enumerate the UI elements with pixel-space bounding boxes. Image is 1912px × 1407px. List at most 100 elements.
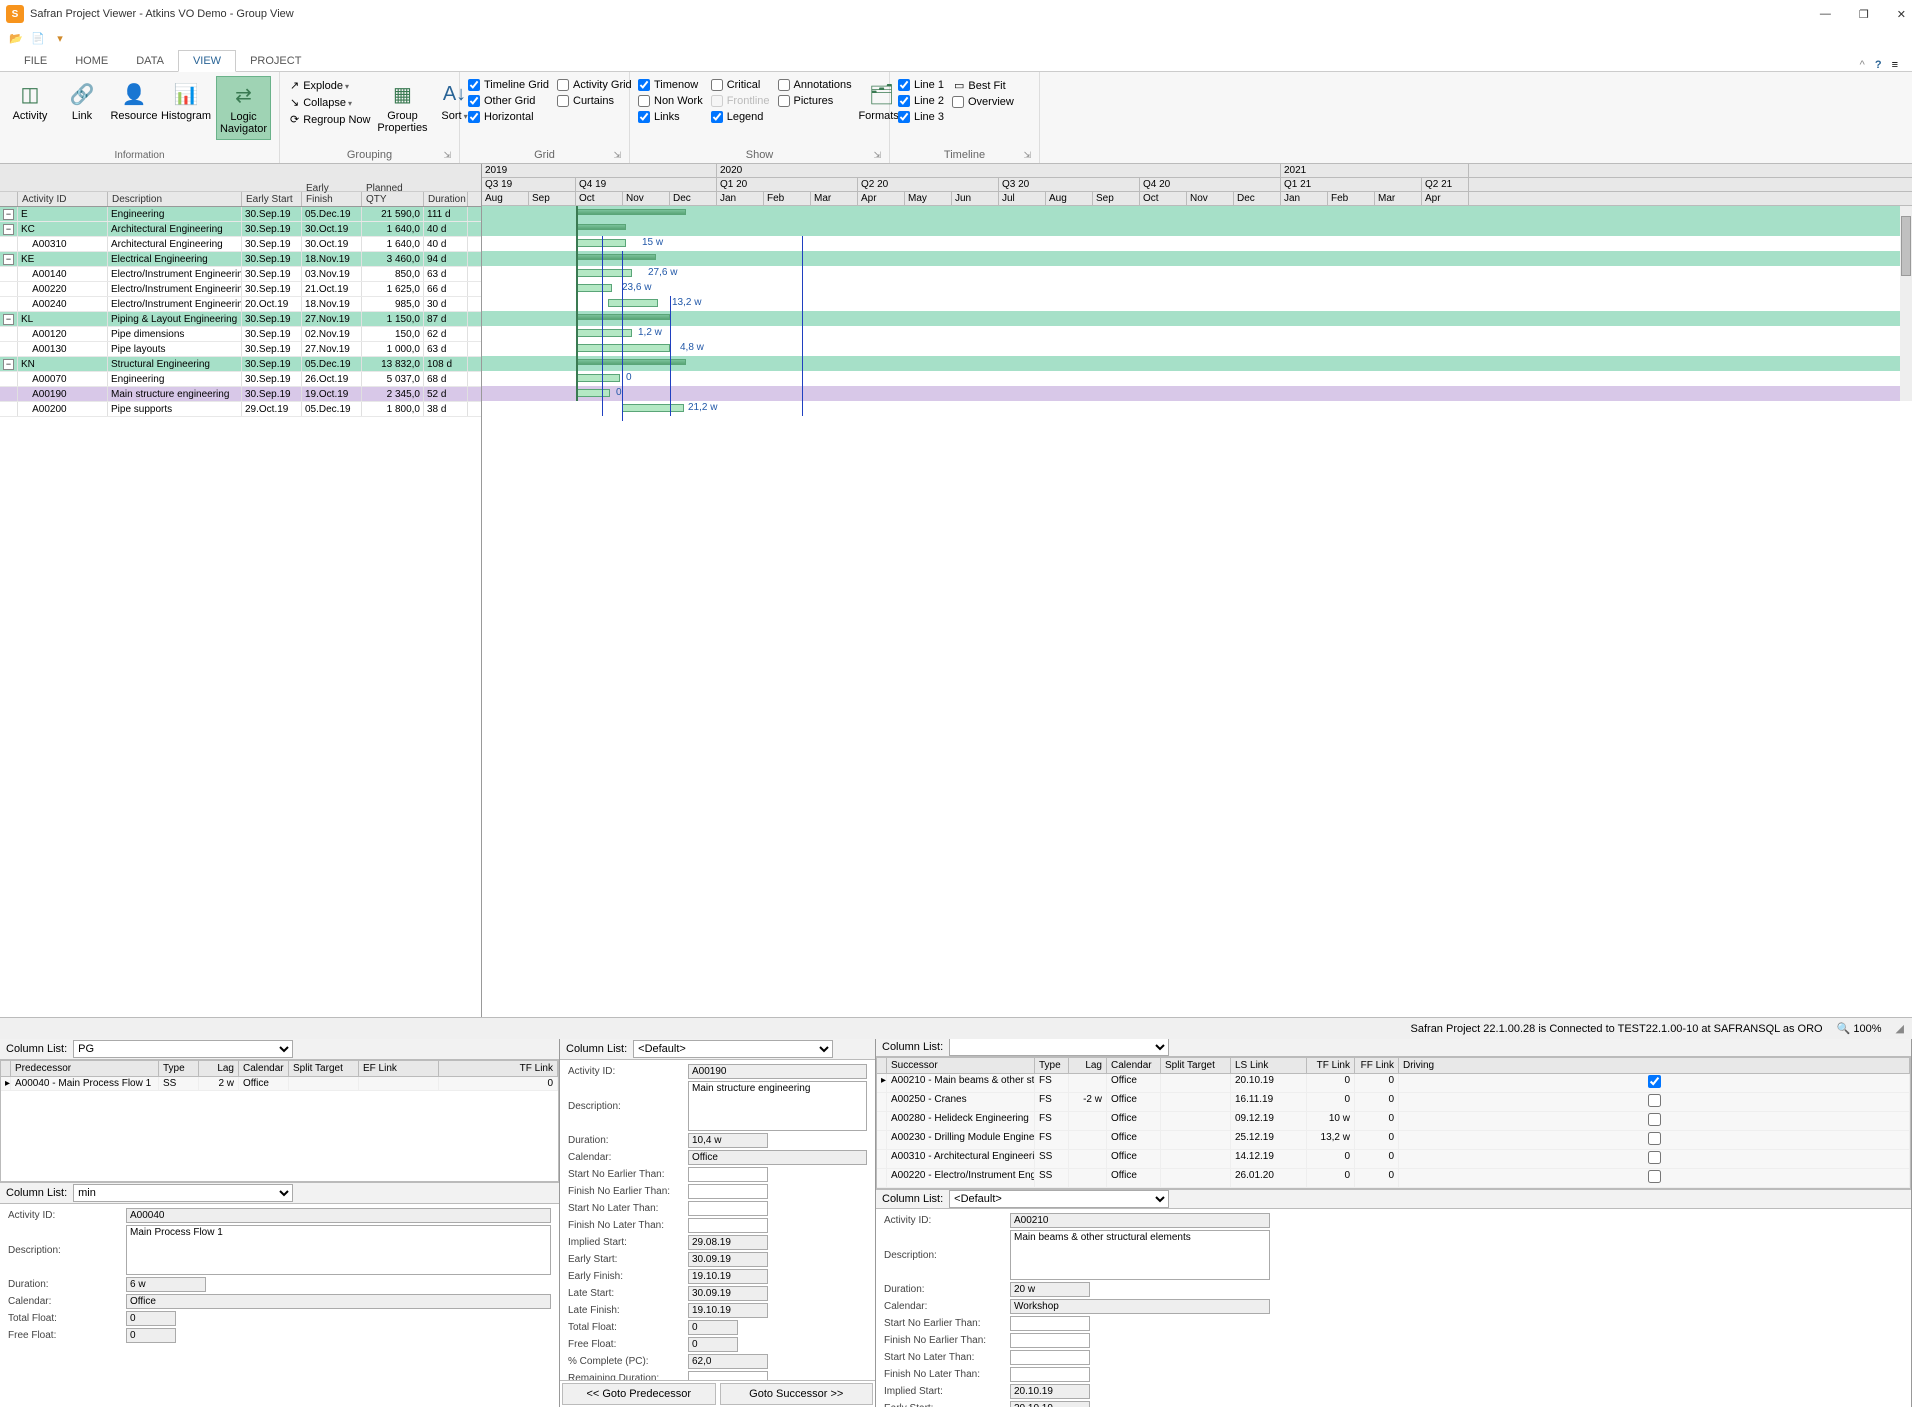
activity-body[interactable]: − E Engineering 30.Sep.19 05.Dec.19 21 5… [0,207,481,417]
tab-view[interactable]: VIEW [178,50,236,72]
pred-duration[interactable] [126,1277,206,1292]
succ-duration[interactable] [1010,1282,1090,1297]
predecessor-grid[interactable]: Predecessor Type Lag Calendar Split Targ… [0,1060,559,1182]
mid-calendar[interactable] [688,1150,867,1165]
mid-free-float[interactable] [688,1337,738,1352]
successor-row[interactable]: A00280 - Helideck Engineering FS Office … [877,1112,1910,1131]
mid-fnet[interactable] [688,1184,768,1199]
mid-total-float[interactable] [688,1320,738,1335]
activity-button[interactable]: ◫Activity [8,76,52,126]
pred-calendar[interactable] [126,1294,551,1309]
succ-implied-start[interactable] [1010,1384,1090,1399]
succ-snlt[interactable] [1010,1350,1090,1365]
chk-annotations[interactable]: Annotations [778,78,852,92]
driving-checkbox[interactable] [1648,1170,1661,1183]
goto-predecessor-button[interactable]: << Goto Predecessor [562,1383,716,1405]
gantt-bar[interactable] [576,269,632,277]
predecessor-row[interactable]: ▸ A00040 - Main Process Flow 1 SS 2 w Of… [1,1077,558,1091]
activity-row[interactable]: A00190 Main structure engineering 30.Sep… [0,387,481,402]
close-button[interactable]: ✕ [1897,8,1906,21]
gantt-row[interactable] [482,266,1900,281]
gantt-row[interactable] [482,236,1900,251]
gantt-row[interactable] [482,311,1900,326]
activity-row[interactable]: A00220 Electro/Instrument Engineering 30… [0,282,481,297]
resize-grip-icon[interactable]: ◢ [1896,1022,1904,1035]
successor-row[interactable]: A00250 - Cranes FS -2 w Office 16.11.19 … [877,1093,1910,1112]
pred-free-float[interactable] [126,1328,176,1343]
pred-total-float[interactable] [126,1311,176,1326]
gantt-bar[interactable] [576,209,686,215]
mid-early-finish[interactable] [688,1269,768,1284]
pred-description[interactable]: Main Process Flow 1 [126,1225,551,1275]
activity-row[interactable]: − KN Structural Engineering 30.Sep.19 05… [0,357,481,372]
chk-timenow[interactable]: Timenow [638,78,703,92]
chk-timeline-grid[interactable]: Timeline Grid [468,78,549,92]
mid-early-start[interactable] [688,1252,768,1267]
chk-activity-grid[interactable]: Activity Grid [557,78,632,92]
gantt-bar[interactable] [576,389,610,397]
activity-row[interactable]: − E Engineering 30.Sep.19 05.Dec.19 21 5… [0,207,481,222]
gantt-bar[interactable] [576,239,626,247]
driving-checkbox[interactable] [1648,1132,1661,1145]
tab-data[interactable]: DATA [122,51,178,71]
gantt-row[interactable] [482,326,1900,341]
activity-row[interactable]: A00240 Electro/Instrument Engineering 20… [0,297,481,312]
mid-fnlt[interactable] [688,1218,768,1233]
dropdown-icon[interactable]: ▾ [52,30,68,46]
succ-description[interactable]: Main beams & other structural elements [1010,1230,1270,1280]
chk-legend[interactable]: Legend [711,110,770,124]
gantt-bar[interactable] [576,329,632,337]
gantt-row[interactable] [482,281,1900,296]
mid-column-list-select[interactable]: <Default> [633,1040,833,1058]
successor-row[interactable]: A00220 - Electro/Instrument Engineering … [877,1169,1910,1188]
driving-checkbox[interactable] [1648,1075,1661,1088]
menu-icon[interactable]: ≡ [1892,59,1898,71]
chk-frontline[interactable]: Frontline [711,94,770,108]
gantt-row[interactable] [482,386,1900,401]
succ-form-column-list-select[interactable]: <Default> [949,1190,1169,1208]
activity-row[interactable]: − KC Architectural Engineering 30.Sep.19… [0,222,481,237]
chk-line3[interactable]: Line 3 [898,110,944,124]
mid-description[interactable]: Main structure engineering [688,1081,867,1131]
pred-form-column-list-select[interactable]: min [73,1184,293,1202]
help-icon[interactable]: ? [1875,59,1882,71]
col-activity-id[interactable]: Activity ID [18,192,108,206]
gantt-bar[interactable] [576,374,620,382]
gantt-body[interactable]: 15 w27,6 w23,6 w13,2 w1,2 w4,8 w0021,2 w [482,206,1912,401]
successor-row[interactable]: A00230 - Drilling Module Engineering FS … [877,1131,1910,1150]
file-icon[interactable]: 📄 [30,30,46,46]
goto-successor-button[interactable]: Goto Successor >> [720,1383,874,1405]
activity-row[interactable]: A00140 Electro/Instrument Engineering 30… [0,267,481,282]
folder-open-icon[interactable]: 📂 [8,30,24,46]
col-duration[interactable]: Duration [424,192,468,206]
gantt-bar[interactable] [608,299,658,307]
chk-curtains[interactable]: Curtains [557,94,632,108]
activity-row[interactable]: − KL Piping & Layout Engineering 30.Sep.… [0,312,481,327]
succ-column-list-select[interactable] [949,1038,1169,1056]
succ-calendar[interactable] [1010,1299,1270,1314]
regroup-now-button[interactable]: ⟳ Regroup Now [288,112,372,127]
chk-overview[interactable]: Overview [952,95,1014,109]
col-early-finish[interactable]: Early Finish [302,192,362,206]
gantt-row[interactable] [482,206,1900,221]
col-description[interactable]: Description [108,192,242,206]
maximize-button[interactable]: ❐ [1859,8,1869,21]
succ-activity-id[interactable] [1010,1213,1270,1228]
chk-horizontal[interactable]: Horizontal [468,110,549,124]
zoom-indicator[interactable]: 🔍 100% [1837,1022,1882,1035]
chk-line1[interactable]: Line 1 [898,78,944,92]
resource-button[interactable]: 👤Resource [112,76,156,126]
driving-checkbox[interactable] [1648,1151,1661,1164]
succ-fnet[interactable] [1010,1333,1090,1348]
mid-snlt[interactable] [688,1201,768,1216]
successor-row[interactable]: A00310 - Architectural Engineering SS Of… [877,1150,1910,1169]
chk-line2[interactable]: Line 2 [898,94,944,108]
group-properties-button[interactable]: ▦Group Properties [380,76,424,138]
gantt-pane[interactable]: 201920202021Q3 19Q4 19Q1 20Q2 20Q3 20Q4 … [482,164,1912,1017]
activity-row[interactable]: A00070 Engineering 30.Sep.19 26.Oct.19 5… [0,372,481,387]
chk-pictures[interactable]: Pictures [778,94,852,108]
tab-home[interactable]: HOME [61,51,122,71]
successor-row[interactable]: ▸ A00210 - Main beams & other structural… [877,1074,1910,1093]
activity-row[interactable]: A00130 Pipe layouts 30.Sep.19 27.Nov.19 … [0,342,481,357]
logic-navigator-button[interactable]: ⇄Logic Navigator [216,76,271,140]
